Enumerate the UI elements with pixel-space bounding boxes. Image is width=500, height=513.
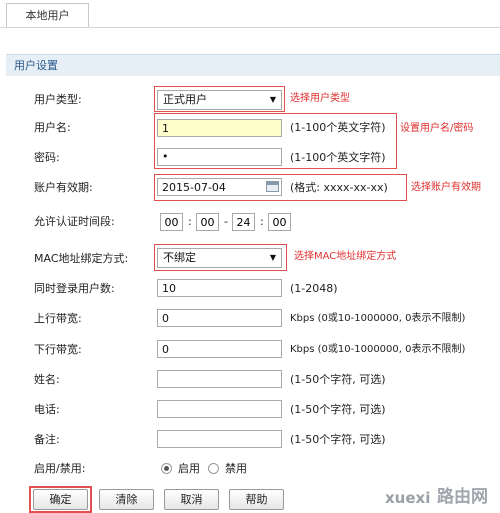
dropdown-arrow-icon: ▼: [269, 253, 276, 262]
end-minute-input[interactable]: [268, 213, 291, 231]
password-hint: (1-100个英文字符): [290, 151, 386, 164]
phone-hint: (1-50个字符, 可选): [290, 403, 386, 416]
annotation-mac: 选择MAC地址绑定方式: [294, 251, 397, 262]
allowed-time-label: 允许认证时间段:: [34, 215, 115, 228]
user-type-label: 用户类型:: [34, 93, 82, 106]
section-header-user-settings: 用户设置: [6, 54, 500, 76]
concurrent-users-input[interactable]: [157, 279, 282, 297]
upstream-hint: Kbps (0或10-1000000, 0表示不限制): [290, 313, 466, 324]
time-colon-1: :: [188, 215, 192, 228]
watermark-text: xuexi: [385, 489, 431, 507]
annotation-credentials: 设置用户名/密码: [400, 123, 474, 134]
concurrent-users-label: 同时登录用户数:: [34, 282, 115, 295]
mac-binding-select[interactable]: 不绑定 ▼: [157, 248, 282, 268]
phone-input[interactable]: [157, 400, 282, 418]
expiry-hint: (格式: xxxx-xx-xx): [290, 181, 388, 194]
ok-button[interactable]: 确定: [33, 489, 88, 510]
name-label: 姓名:: [34, 373, 60, 386]
phone-label: 电话:: [34, 403, 60, 416]
time-colon-2: :: [260, 215, 264, 228]
mac-binding-label: MAC地址绑定方式:: [34, 252, 129, 265]
remark-label: 备注:: [34, 433, 60, 446]
user-type-select[interactable]: 正式用户 ▼: [157, 90, 282, 110]
downstream-label: 下行带宽:: [34, 343, 82, 356]
annotation-expiry: 选择账户有效期: [411, 182, 481, 193]
radio-disable[interactable]: [208, 463, 219, 474]
upstream-input[interactable]: [157, 309, 282, 327]
upstream-label: 上行带宽:: [34, 312, 82, 325]
annotation-user-type: 选择用户类型: [290, 93, 350, 104]
username-label: 用户名:: [34, 121, 71, 134]
radio-enable[interactable]: [161, 463, 172, 474]
downstream-input[interactable]: [157, 340, 282, 358]
expiry-date-input[interactable]: [157, 178, 282, 196]
start-hour-input[interactable]: [160, 213, 183, 231]
name-input[interactable]: [157, 370, 282, 388]
end-hour-input[interactable]: [232, 213, 255, 231]
radio-disable-label: 禁用: [225, 462, 247, 475]
username-hint: (1-100个英文字符): [290, 121, 386, 134]
password-label: 密码:: [34, 151, 60, 164]
clear-button[interactable]: 清除: [99, 489, 154, 510]
mac-binding-value: 不绑定: [163, 251, 196, 264]
watermark-logo: 路由网: [437, 487, 488, 507]
tab-local-users[interactable]: 本地用户: [6, 3, 89, 27]
remark-input[interactable]: [157, 430, 282, 448]
help-button[interactable]: 帮助: [229, 489, 284, 510]
dropdown-arrow-icon: ▼: [269, 95, 276, 104]
username-input[interactable]: [157, 119, 282, 137]
start-minute-input[interactable]: [196, 213, 219, 231]
concurrent-users-hint: (1-2048): [290, 282, 338, 295]
status-label: 启用/禁用:: [34, 462, 86, 475]
calendar-icon[interactable]: [266, 181, 279, 192]
radio-enable-label: 启用: [178, 462, 200, 475]
expiry-label: 账户有效期:: [34, 181, 93, 194]
cancel-button[interactable]: 取消: [164, 489, 219, 510]
name-hint: (1-50个字符, 可选): [290, 373, 386, 386]
password-input[interactable]: •: [157, 148, 282, 166]
downstream-hint: Kbps (0或10-1000000, 0表示不限制): [290, 344, 466, 355]
remark-hint: (1-50个字符, 可选): [290, 433, 386, 446]
user-type-value: 正式用户: [163, 93, 207, 106]
time-dash: -: [224, 215, 228, 228]
